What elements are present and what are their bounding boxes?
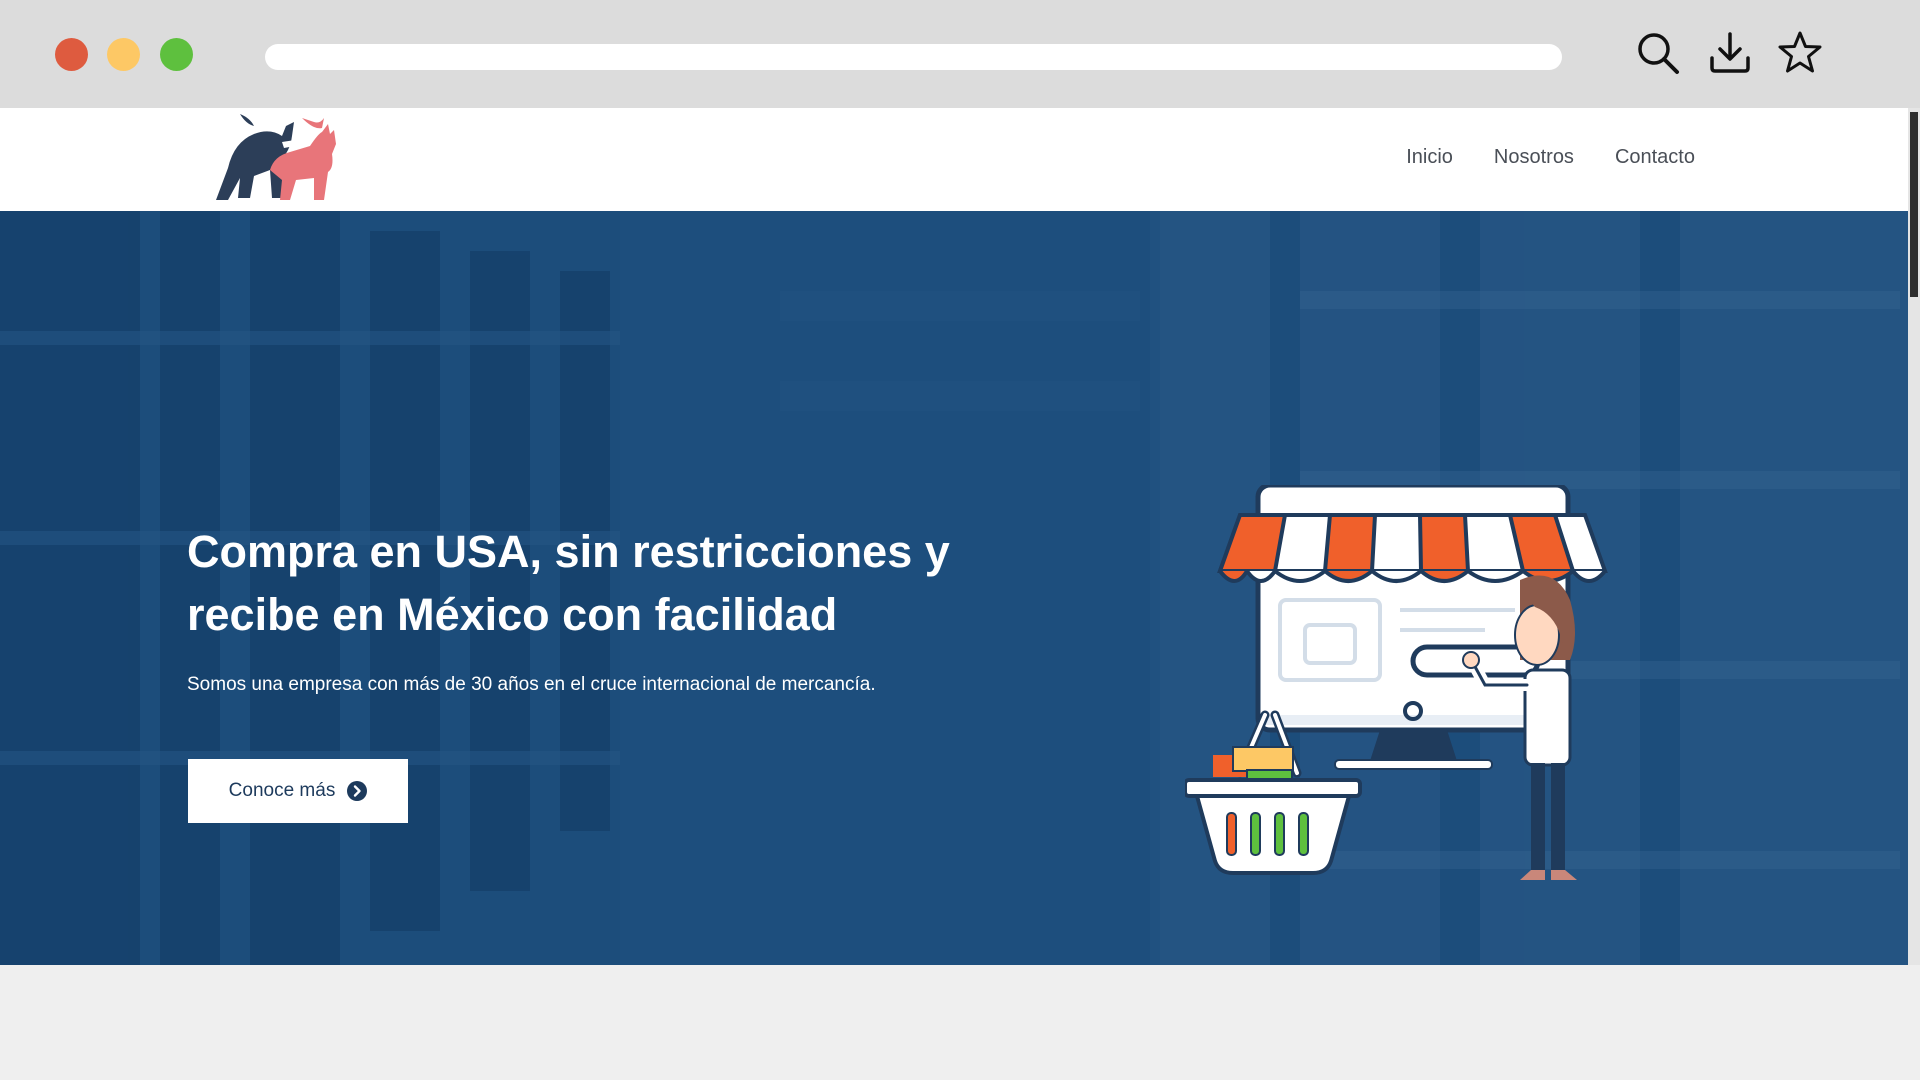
hero-title-line-2: recibe en México con facilidad [187,589,838,640]
cta-label: Conoce más [228,780,336,801]
star-icon[interactable] [1777,30,1823,76]
hero-title-line-1: Compra en USA, sin restricciones y [187,526,950,577]
maximize-window-button[interactable] [160,38,193,71]
download-icon[interactable] [1707,30,1753,76]
scrollbar-thumb[interactable] [1910,112,1918,297]
nav-link-nosotros[interactable]: Nosotros [1494,146,1574,169]
search-icon[interactable] [1635,30,1681,76]
main-nav: Inicio Nosotros Contacto [1406,146,1695,169]
online-store-shopping-illustration [1185,485,1608,880]
minimize-window-button[interactable] [107,38,140,71]
hero-subtitle: Somos una empresa con más de 30 años en … [187,674,876,695]
hero-section: Compra en USA, sin restricciones y recib… [0,211,1908,965]
hero-title: Compra en USA, sin restricciones y recib… [187,520,967,646]
nav-link-contacto[interactable]: Contacto [1615,146,1695,169]
browser-toolbar [0,0,1920,108]
nav-link-inicio[interactable]: Inicio [1406,146,1453,169]
conoce-mas-button[interactable]: Conoce más [188,759,408,823]
arrow-circle-right-icon [347,781,368,801]
bull-and-bear-logo[interactable] [210,112,342,206]
close-window-button[interactable] [55,38,88,71]
address-bar[interactable] [265,44,1562,70]
page-scrollbar[interactable] [1908,108,1920,965]
site-header: Inicio Nosotros Contacto [0,108,1908,211]
